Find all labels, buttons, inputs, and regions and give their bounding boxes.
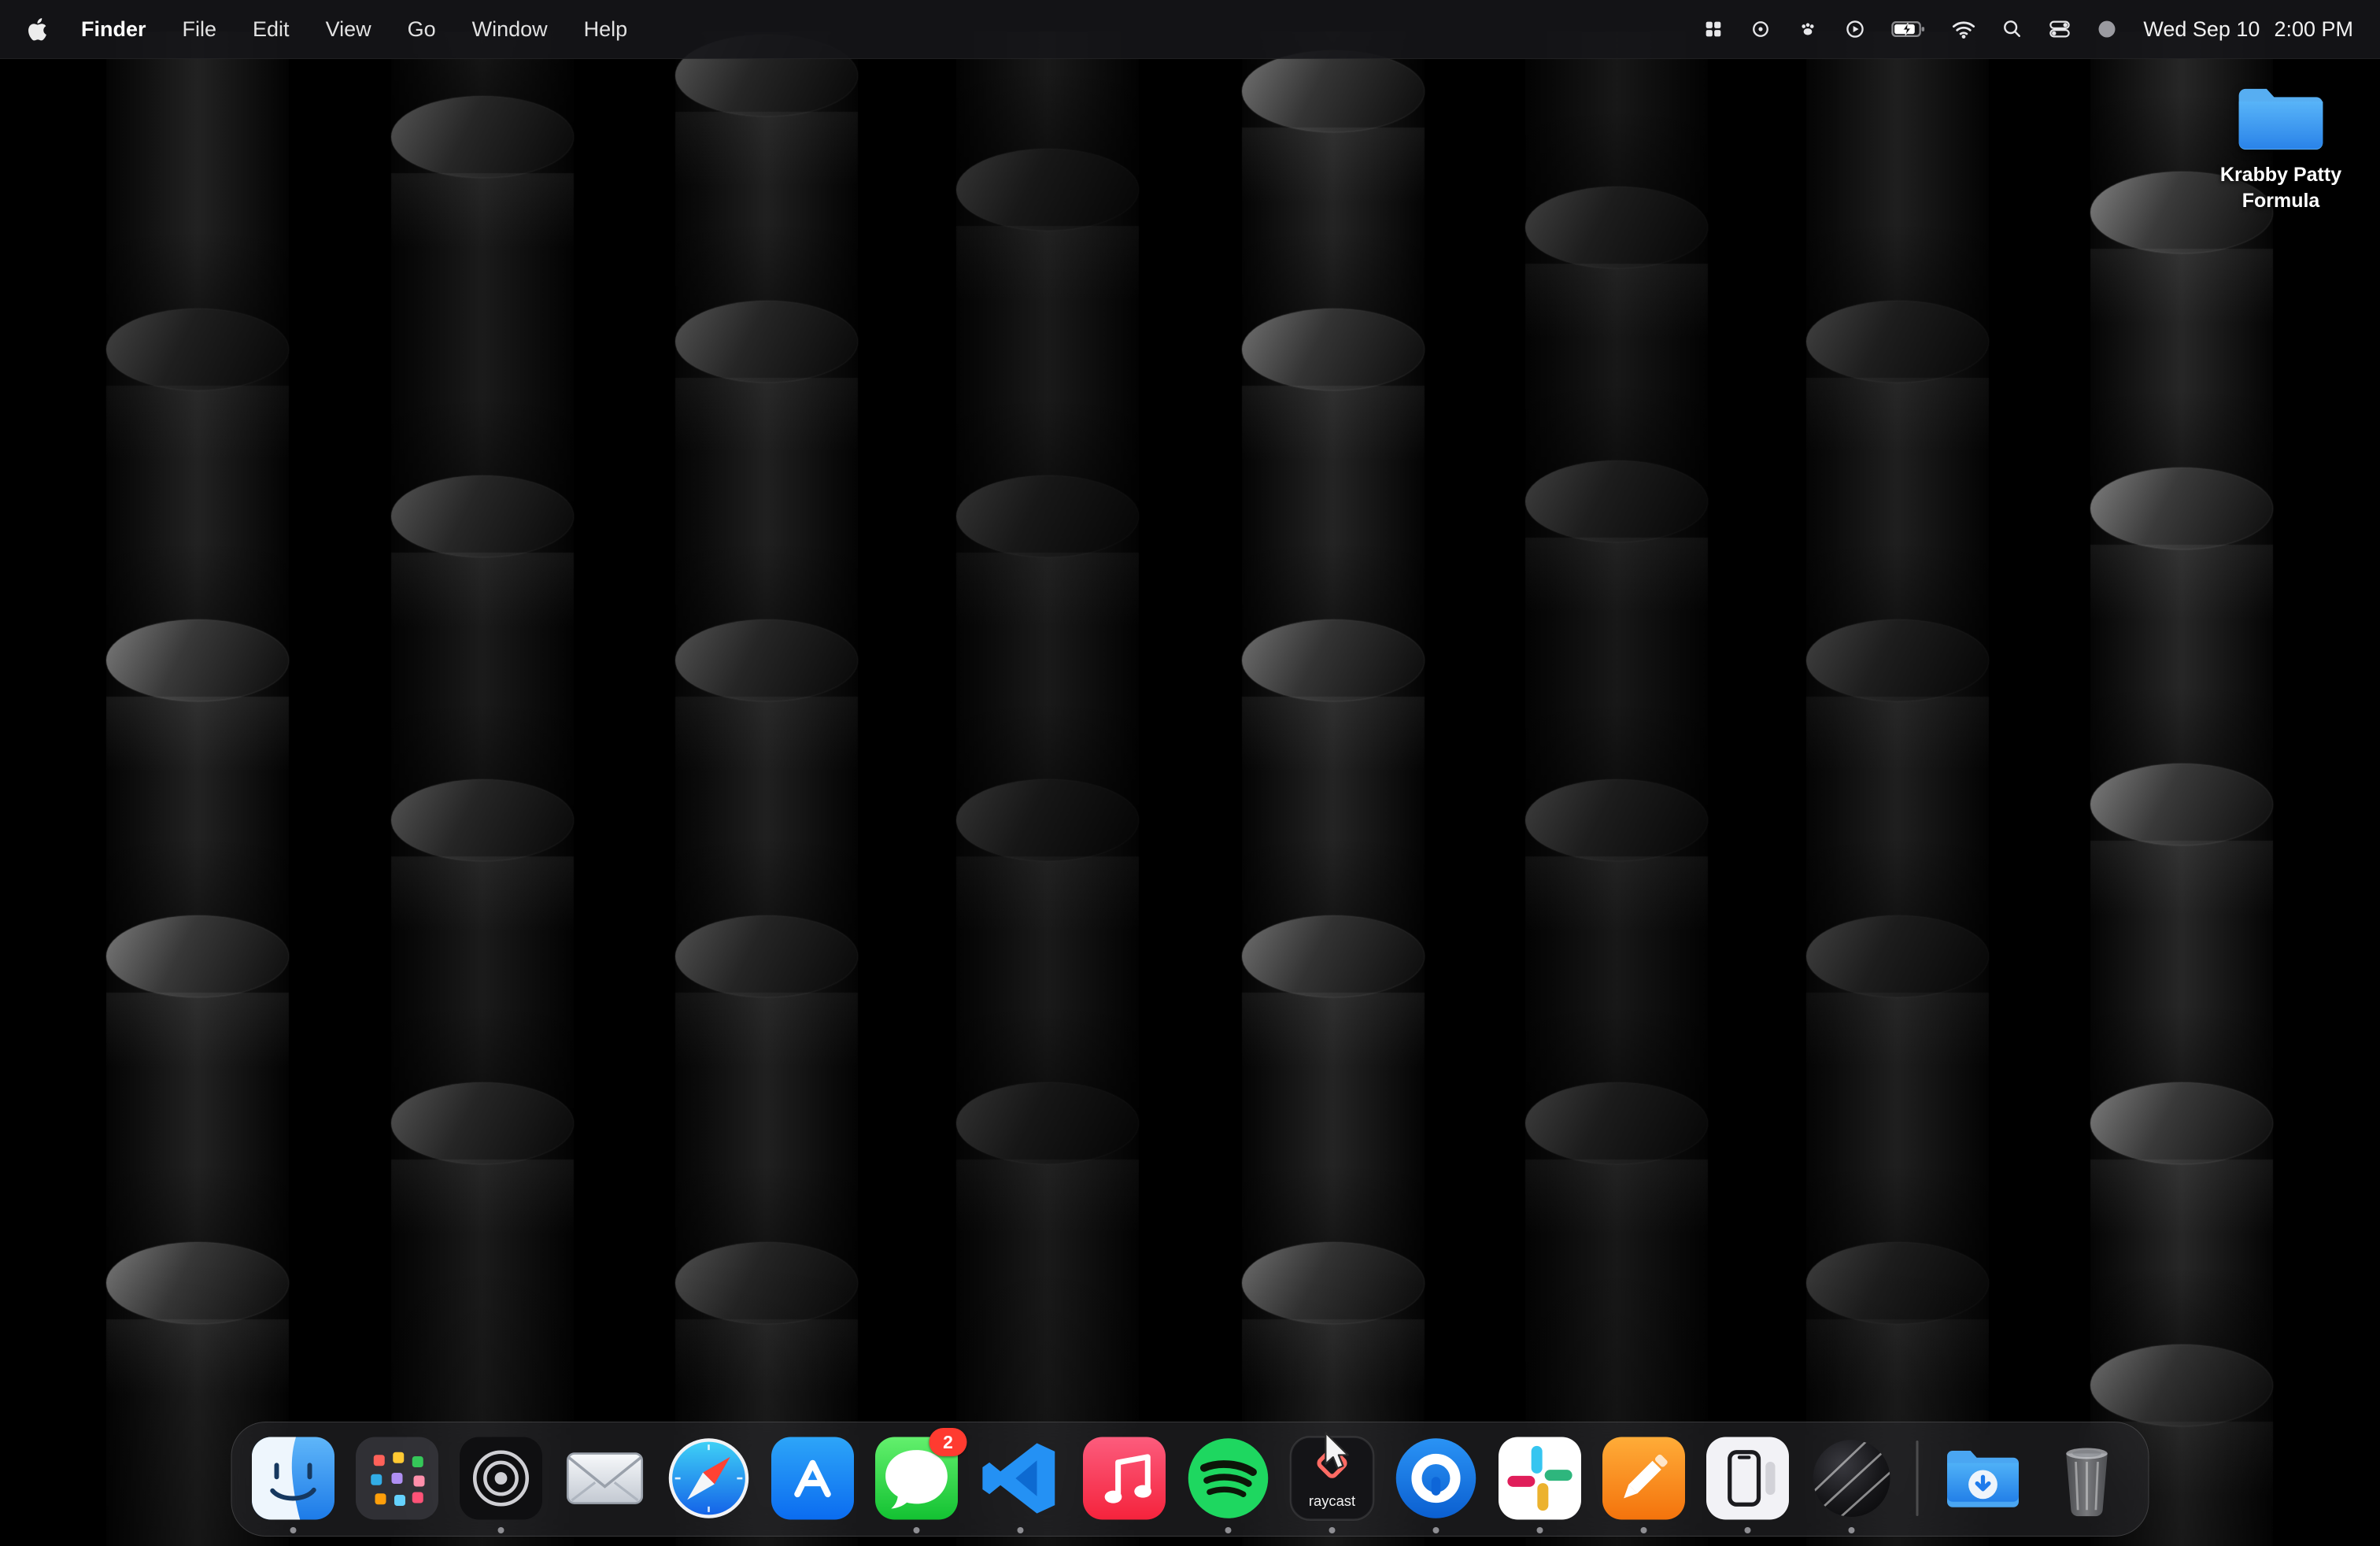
slack-icon: [1496, 1434, 1584, 1522]
mouse-cursor: [1321, 1431, 1351, 1476]
menu-item-edit[interactable]: Edit: [235, 17, 308, 42]
running-indicator-dot: [1329, 1527, 1336, 1533]
music-icon: [1081, 1434, 1169, 1522]
dock-item-vscode[interactable]: [977, 1434, 1065, 1522]
menu-items: FileEditViewGoWindowHelp: [164, 17, 646, 42]
folder-icon: [2233, 79, 2329, 157]
play-circle-icon[interactable]: [1844, 18, 1866, 40]
window-grid-icon[interactable]: [1702, 18, 1724, 40]
dock-item-mirroring[interactable]: [1704, 1434, 1792, 1522]
battery-charging-icon[interactable]: [1891, 20, 1926, 39]
dock-item-appstore[interactable]: [769, 1434, 857, 1522]
dock-item-launchpad[interactable]: [353, 1434, 442, 1522]
running-indicator-dot: [290, 1527, 297, 1533]
menu-bar: Finder FileEditViewGoWindowHelp Wed Sep …: [0, 0, 2380, 59]
dock-item-safari[interactable]: [665, 1434, 753, 1522]
menu-app-name[interactable]: Finder: [63, 17, 164, 42]
dock-item-spotify[interactable]: [1184, 1434, 1273, 1522]
running-indicator-dot: [1745, 1527, 1751, 1533]
dock-item-music[interactable]: [1081, 1434, 1169, 1522]
running-indicator-dot: [914, 1527, 920, 1533]
menu-bar-left: Finder FileEditViewGoWindowHelp: [0, 17, 645, 42]
running-indicator-dot: [1018, 1527, 1024, 1533]
menu-item-help[interactable]: Help: [566, 17, 646, 42]
menu-clock[interactable]: Wed Sep 10 2:00 PM: [2143, 17, 2353, 42]
dock-item-finder[interactable]: [249, 1434, 338, 1522]
apple-logo-icon: [27, 17, 47, 42]
mirroring-icon: [1704, 1434, 1792, 1522]
dock-item-onepassword[interactable]: [1392, 1434, 1480, 1522]
finder-icon: [249, 1434, 338, 1522]
appstore-icon: [769, 1434, 857, 1522]
mail-icon: [561, 1434, 649, 1522]
launchpad-icon: [353, 1434, 442, 1522]
dock-divider: [1916, 1441, 1919, 1516]
menu-time: 2:00 PM: [2274, 17, 2353, 42]
running-indicator-dot: [1225, 1527, 1232, 1533]
vscode-icon: [977, 1434, 1065, 1522]
account-circle-icon[interactable]: [2096, 18, 2118, 40]
downloads-icon: [1939, 1434, 2027, 1522]
onepassword-icon: [1392, 1434, 1480, 1522]
menu-item-window[interactable]: Window: [454, 17, 566, 42]
running-indicator-dot: [1641, 1527, 1647, 1533]
notification-badge: 2: [929, 1428, 967, 1456]
spotify-icon: [1184, 1434, 1273, 1522]
desktop-folder-label: Krabby Patty Formula: [2210, 162, 2352, 213]
control-center-icon[interactable]: [2049, 18, 2071, 40]
spotlight-search-icon[interactable]: [2001, 18, 2023, 40]
desktop-folder-krabby-patty[interactable]: Krabby Patty Formula: [2201, 79, 2361, 213]
dock: 2 raycast: [231, 1422, 2149, 1537]
wifi-icon[interactable]: [1951, 19, 1976, 39]
running-indicator-dot: [1849, 1527, 1855, 1533]
pencil-icon: [1600, 1434, 1688, 1522]
desktop-wallpaper: [0, 0, 2380, 1546]
dock-item-rings[interactable]: [457, 1434, 545, 1522]
dock-item-pencil[interactable]: [1600, 1434, 1688, 1522]
menu-item-view[interactable]: View: [308, 17, 390, 42]
apple-menu[interactable]: [22, 17, 63, 42]
ring-icon[interactable]: [1750, 18, 1772, 40]
running-indicator-dot: [1537, 1527, 1543, 1533]
dock-item-mail[interactable]: [561, 1434, 649, 1522]
running-indicator-dot: [498, 1527, 504, 1533]
menu-bar-status: Wed Sep 10 2:00 PM: [1702, 17, 2380, 42]
dock-item-sphere[interactable]: [1808, 1434, 1896, 1522]
dock-item-messages[interactable]: 2: [873, 1434, 961, 1522]
trash-icon: [2043, 1434, 2131, 1522]
dock-item-slack[interactable]: [1496, 1434, 1584, 1522]
paw-icon[interactable]: [1797, 18, 1819, 40]
menu-date: Wed Sep 10: [2143, 17, 2260, 42]
raycast-label: raycast: [1309, 1492, 1355, 1509]
safari-icon: [665, 1434, 753, 1522]
menu-item-file[interactable]: File: [164, 17, 235, 42]
rings-icon: [457, 1434, 545, 1522]
running-indicator-dot: [1433, 1527, 1439, 1533]
status-icons: [1702, 18, 2118, 40]
dock-item-trash[interactable]: [2043, 1434, 2131, 1522]
sphere-icon: [1808, 1434, 1896, 1522]
dock-item-downloads[interactable]: [1939, 1434, 2027, 1522]
menu-item-go[interactable]: Go: [390, 17, 454, 42]
